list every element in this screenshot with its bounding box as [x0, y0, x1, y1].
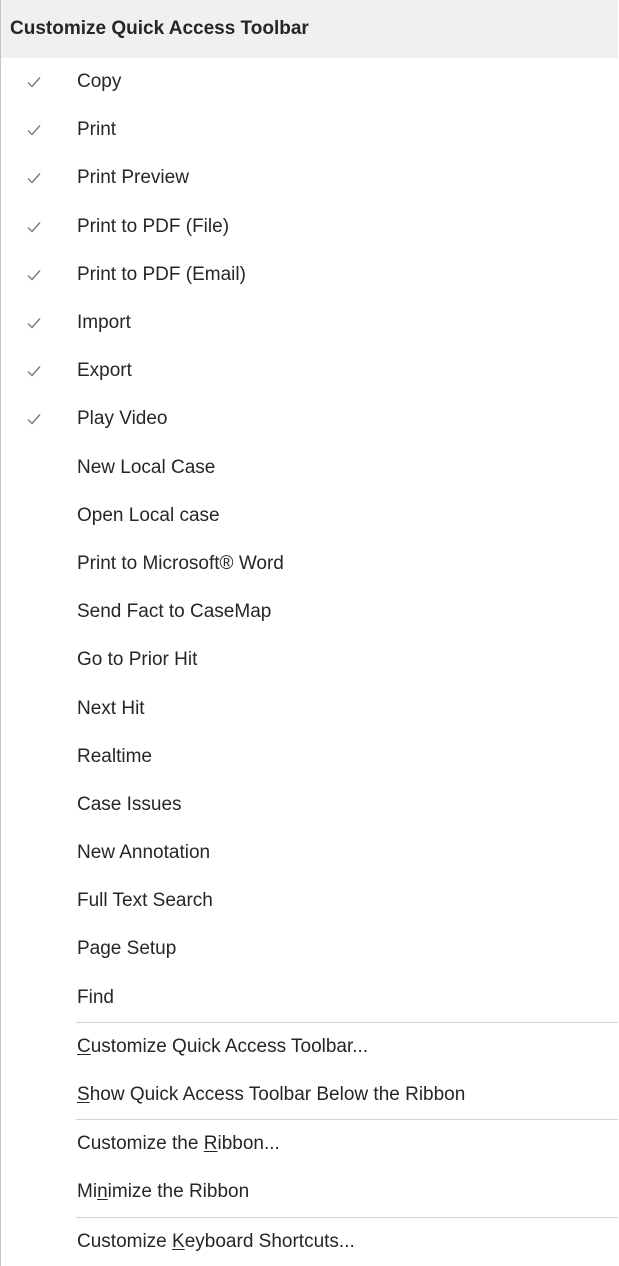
- accelerator-key: K: [172, 1230, 185, 1252]
- toolbar-item-label: Case Issues: [77, 793, 182, 815]
- label-suffix: eyboard Shortcuts...: [184, 1230, 355, 1252]
- toolbar-item[interactable]: Print to Microsoft® Word: [1, 540, 618, 588]
- quick-access-toolbar-menu: Customize Quick Access Toolbar Copy Print…: [0, 0, 618, 1266]
- check-mark-icon: [1, 172, 77, 184]
- toolbar-item[interactable]: Import: [1, 299, 618, 347]
- label-prefix: Customize: [77, 1230, 173, 1252]
- command-label: Customize Keyboard Shortcuts...: [77, 1231, 355, 1253]
- menu-header: Customize Quick Access Toolbar: [1, 0, 618, 58]
- toolbar-item[interactable]: Find: [1, 974, 618, 1022]
- toolbar-item-label: Send Fact to CaseMap: [77, 601, 272, 623]
- toolbar-item[interactable]: Go to Prior Hit: [1, 636, 618, 684]
- toolbar-item[interactable]: Page Setup: [1, 925, 618, 973]
- check-mark-icon: [1, 124, 77, 136]
- label-suffix: imize the Ribbon: [107, 1181, 250, 1203]
- check-mark-icon: [1, 76, 77, 88]
- customize-ribbon-command[interactable]: Customize the Ribbon...: [1, 1120, 618, 1168]
- toolbar-item-label: Print to PDF (Email): [77, 263, 246, 285]
- label-suffix: ustomize Quick Access Toolbar...: [90, 1035, 369, 1057]
- toolbar-item[interactable]: Export: [1, 347, 618, 395]
- toolbar-item[interactable]: Case Issues: [1, 781, 618, 829]
- toolbar-item-label: Print to Microsoft® Word: [77, 552, 284, 574]
- toolbar-item-label: Open Local case: [77, 504, 220, 526]
- accelerator-key: n: [97, 1181, 108, 1203]
- command-label: Customize Quick Access Toolbar...: [77, 1036, 368, 1058]
- customize-quick-access-toolbar-command[interactable]: Customize Quick Access Toolbar...: [1, 1023, 618, 1071]
- toolbar-item[interactable]: Print Preview: [1, 154, 618, 202]
- command-label: Show Quick Access Toolbar Below the Ribb…: [77, 1084, 465, 1106]
- label-prefix: Mi: [77, 1181, 98, 1203]
- toolbar-item[interactable]: Print to PDF (Email): [1, 251, 618, 299]
- toolbar-items-list: Copy Print Print Preview Print to PDF (File…: [1, 58, 618, 1022]
- label-suffix: how Quick Access Toolbar Below the Ribbo…: [89, 1084, 466, 1106]
- toolbar-item-label: Full Text Search: [77, 890, 213, 912]
- minimize-ribbon-command[interactable]: Minimize the Ribbon: [1, 1168, 618, 1216]
- toolbar-item-label: Print: [77, 119, 117, 141]
- check-mark-icon: [1, 365, 77, 377]
- toolbar-item[interactable]: Full Text Search: [1, 877, 618, 925]
- command-label: Customize the Ribbon...: [77, 1133, 280, 1155]
- command-label: Minimize the Ribbon: [77, 1181, 249, 1203]
- toolbar-item-label: New Annotation: [77, 842, 211, 864]
- toolbar-item-label: Print to PDF (File): [77, 215, 230, 237]
- toolbar-item-label: Realtime: [77, 745, 152, 767]
- accelerator-key: C: [77, 1035, 91, 1057]
- toolbar-item-label: Find: [77, 986, 114, 1008]
- toolbar-item-label: New Local Case: [77, 456, 216, 478]
- toolbar-item-label: Import: [77, 312, 131, 334]
- toolbar-item[interactable]: Print to PDF (File): [1, 203, 618, 251]
- toolbar-item[interactable]: Realtime: [1, 733, 618, 781]
- toolbar-item-label: Export: [77, 360, 132, 382]
- customize-keyboard-shortcuts-command[interactable]: Customize Keyboard Shortcuts...: [1, 1218, 618, 1266]
- toolbar-item[interactable]: New Annotation: [1, 829, 618, 877]
- toolbar-item[interactable]: Print: [1, 106, 618, 154]
- check-mark-icon: [1, 317, 77, 329]
- toolbar-item[interactable]: New Local Case: [1, 444, 618, 492]
- show-toolbar-below-ribbon-command[interactable]: Show Quick Access Toolbar Below the Ribb…: [1, 1071, 618, 1119]
- toolbar-item-label: Next Hit: [77, 697, 145, 719]
- toolbar-item[interactable]: Send Fact to CaseMap: [1, 588, 618, 636]
- toolbar-item[interactable]: Open Local case: [1, 492, 618, 540]
- toolbar-item[interactable]: Copy: [1, 58, 618, 106]
- toolbar-item[interactable]: Play Video: [1, 395, 618, 443]
- accelerator-key: S: [77, 1084, 90, 1106]
- toolbar-item-label: Print Preview: [77, 167, 189, 189]
- toolbar-item-label: Go to Prior Hit: [77, 649, 198, 671]
- toolbar-item[interactable]: Next Hit: [1, 684, 618, 732]
- check-mark-icon: [1, 413, 77, 425]
- label-prefix: Customize the: [77, 1133, 204, 1155]
- check-mark-icon: [1, 221, 77, 233]
- check-mark-icon: [1, 269, 77, 281]
- label-suffix: ibbon...: [217, 1133, 280, 1155]
- toolbar-item-label: Play Video: [77, 408, 168, 430]
- toolbar-item-label: Copy: [77, 71, 122, 93]
- toolbar-item-label: Page Setup: [77, 938, 177, 960]
- accelerator-key: R: [203, 1133, 218, 1155]
